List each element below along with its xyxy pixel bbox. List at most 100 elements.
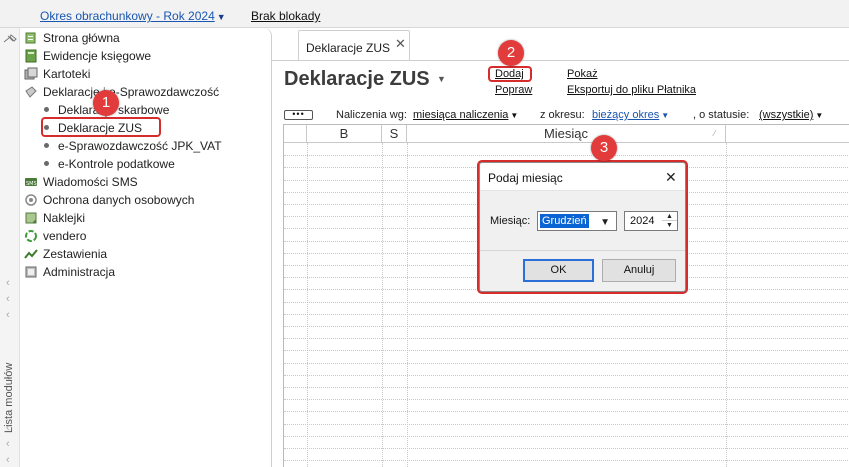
resize-grip-icon: ⁄ [714,129,716,138]
navigation-tree: Strona główna Ewidencje księgowe Kartote… [20,28,272,467]
nav-item-label: Ochrona danych osobowych [43,193,195,207]
status-filter-value: (wszystkie) [759,109,814,121]
more-options-button[interactable]: ••• [284,110,313,120]
chevron-down-icon: ▼ [815,111,824,120]
page-title[interactable]: Deklaracje ZUS [284,68,430,91]
grid-row-line [284,326,849,327]
calc-filter-label: Naliczenia wg: [336,109,407,121]
nav-item-sms[interactable]: SMS Wiadomości SMS [24,173,138,191]
close-icon[interactable]: ✕ [665,169,677,186]
chevron-left-icon: ‹ [6,309,10,321]
nav-item-label: Kartoteki [43,67,91,81]
nav-item-label: e-Sprawozdawczość JPK_VAT [58,139,222,153]
callout-1: 1 [93,90,119,116]
chevron-down-icon: ▼ [510,111,519,120]
nav-item-declarations[interactable]: Deklaracje i e-Sprawozdawczość [24,83,219,101]
year-stepper[interactable]: 2024 ▲ ▼ [624,211,678,231]
spin-up-icon[interactable]: ▲ [662,212,677,221]
calc-filter-value: miesiąca naliczenia [413,109,509,121]
accounting-period-link[interactable]: Okres obrachunkowy - Rok 2024 ▼ [40,9,226,23]
grid-header-month[interactable]: Miesiąc [407,125,726,143]
grid-header-blank [284,125,307,143]
period-filter-dropdown[interactable]: bieżący okres ▼ [592,109,669,121]
nav-item-label: Ewidencje księgowe [43,49,152,63]
svg-text:SMS: SMS [26,181,37,187]
tab-strip-divider [272,60,849,61]
highlight-add-button [488,66,532,82]
grid-column-line [726,143,727,467]
grid-row-line [284,374,849,376]
dialog-titlebar: Podaj miesiąc ✕ [480,163,685,191]
bullet-icon [44,107,49,112]
grid-row-line [284,399,849,401]
grid-row-line [284,460,849,462]
admin-icon [24,265,38,279]
grid-row-line [284,155,849,157]
spin-down-icon[interactable]: ▼ [662,221,677,230]
module-list-strip[interactable]: ‹ ‹ ‹ Lista modułów ‹ ‹ ‹ [0,28,20,467]
tab-label: Deklaracje ZUS [306,41,391,55]
calc-filter-dropdown[interactable]: miesiąca naliczenia ▼ [413,109,518,121]
grid-header-extra [726,125,849,143]
sms-icon: SMS [24,175,38,189]
lock-status-link[interactable]: Brak blokady [251,9,320,23]
grid-row-line [284,338,849,340]
period-filter-label: z okresu: [540,109,585,121]
grid-header-s[interactable]: S [382,125,407,143]
chevron-left-icon: ‹ [6,454,10,466]
accounting-period-label: Okres obrachunkowy - Rok 2024 [40,9,215,23]
edit-button[interactable]: Popraw [495,84,532,96]
status-filter-dropdown[interactable]: (wszystkie) ▼ [759,109,823,121]
grid-column-line [382,143,383,467]
show-button[interactable]: Pokaż [567,68,598,80]
top-bar: Okres obrachunkowy - Rok 2024 ▼ Brak blok… [0,0,849,28]
chevron-down-icon: ▼ [661,111,670,120]
nav-item-records[interactable]: Kartoteki [24,65,90,83]
month-select[interactable]: Grudzień ▼ [537,211,617,231]
chevron-left-icon: ‹ [6,293,10,305]
declarations-icon [24,85,38,99]
callout-3: 3 [591,135,617,161]
grid-row-line [284,362,849,364]
callout-2: 2 [498,40,524,66]
nav-item-administration[interactable]: Administracja [24,263,115,281]
chevron-left-icon: ‹ [6,277,10,289]
nav-item-label: Zestawienia [43,247,108,261]
dialog-title: Podaj miesiąc [488,171,563,185]
cards-icon [24,67,38,81]
grid-column-line [307,143,308,467]
nav-item-tax-audits[interactable]: e-Kontrole podatkowe [44,155,175,173]
export-platnik-button[interactable]: Eksportuj do pliku Płatnika [567,84,696,96]
period-filter-value: bieżący okres [592,109,660,121]
nav-item-label: Wiadomości SMS [43,175,138,189]
chevron-down-icon: ▼ [600,217,610,228]
grid-column-line [407,143,408,467]
grid-row-line [284,350,849,352]
chevron-left-icon: ‹ [6,438,10,450]
stickers-icon [24,211,38,225]
nav-item-accounting-records[interactable]: Ewidencje księgowe [24,47,151,65]
nav-item-jpk-vat[interactable]: e-Sprawozdawczość JPK_VAT [44,137,222,155]
month-dialog: Podaj miesiąc ✕ Miesiąc: Grudzień ▼ 2024… [479,162,686,292]
nav-item-data-protection[interactable]: Ochrona danych osobowych [24,191,194,209]
nav-item-home[interactable]: Strona główna [24,29,120,47]
home-icon [24,31,38,45]
grid-row-line [284,435,849,437]
year-value: 2024 [630,215,655,227]
cancel-button[interactable]: Anuluj [602,259,676,282]
chevron-down-icon[interactable]: ▼ [437,74,446,84]
ok-button[interactable]: OK [523,259,594,282]
grid-row-line [284,448,849,449]
grid-row-line [284,411,849,413]
nav-item-label: Deklaracje i e-Sprawozdawczość [43,85,220,99]
nav-item-vendero[interactable]: vendero [24,227,86,245]
tab-zus-declarations[interactable]: Deklaracje ZUS ✕ [298,30,410,60]
close-icon[interactable]: ✕ [395,36,406,52]
nav-item-reports[interactable]: Zestawienia [24,245,107,263]
grid-header-b[interactable]: B [307,125,382,143]
shield-icon [24,193,38,207]
month-field-label: Miesiąc: [490,215,531,227]
pin-icon[interactable] [3,34,17,44]
nav-item-stickers[interactable]: Naklejki [24,209,85,227]
grid-row-line [284,423,849,425]
